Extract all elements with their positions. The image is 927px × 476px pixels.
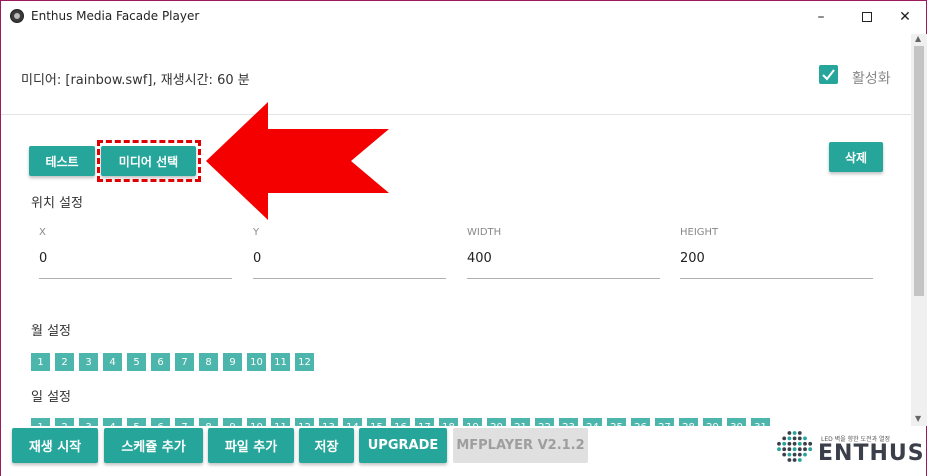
day-section-label: 일 설정 bbox=[31, 390, 72, 405]
month-chip-row: 1 2 3 4 5 6 7 8 9 10 11 12 bbox=[31, 353, 314, 371]
save-button[interactable]: 저장 bbox=[299, 428, 354, 463]
scrollbar[interactable]: ▲ ▼ bbox=[911, 34, 927, 426]
y-underline bbox=[253, 278, 446, 279]
month-chip-3[interactable]: 3 bbox=[79, 353, 98, 371]
height-label: HEIGHT bbox=[680, 227, 719, 238]
width-underline bbox=[467, 278, 660, 279]
play-start-button[interactable]: 재생 시작 bbox=[12, 428, 98, 463]
width-input[interactable]: 400 bbox=[467, 251, 492, 266]
logo-dots-icon bbox=[777, 431, 813, 462]
version-button: MFPLAYER V2.1.2 bbox=[453, 428, 588, 463]
check-icon bbox=[822, 69, 835, 81]
bottom-toolbar: 재생 시작 스케쥴 추가 파일 추가 저장 UPGRADE MFPLAYER V… bbox=[1, 426, 926, 476]
month-chip-10[interactable]: 10 bbox=[247, 353, 266, 371]
month-chip-8[interactable]: 8 bbox=[199, 353, 218, 371]
month-section-label: 월 설정 bbox=[31, 324, 72, 339]
month-chip-11[interactable]: 11 bbox=[271, 353, 290, 371]
scroll-down-icon[interactable]: ▼ bbox=[915, 414, 921, 423]
media-info-text: 미디어: [rainbow.swf], 재생시간: 60 분 bbox=[21, 73, 250, 88]
month-chip-9[interactable]: 9 bbox=[223, 353, 242, 371]
upgrade-button[interactable]: UPGRADE bbox=[359, 428, 447, 463]
month-chip-7[interactable]: 7 bbox=[175, 353, 194, 371]
logo-name: ENTHUS bbox=[818, 441, 925, 466]
title-bar: Enthus Media Facade Player – ✕ bbox=[1, 1, 926, 33]
highlight-box bbox=[97, 140, 201, 182]
active-checkbox[interactable] bbox=[819, 65, 838, 84]
divider bbox=[1, 114, 911, 115]
main-content: 미디어: [rainbow.swf], 재생시간: 60 분 활성화 테스트 미… bbox=[1, 34, 911, 476]
enthus-logo: LED 벽을 향한 도전과 열정 ENTHUS bbox=[776, 427, 924, 467]
active-label: 활성화 bbox=[852, 71, 891, 87]
x-underline bbox=[39, 278, 232, 279]
month-chip-12[interactable]: 12 bbox=[295, 353, 314, 371]
red-arrow-icon bbox=[206, 102, 389, 220]
close-icon: ✕ bbox=[899, 9, 911, 25]
app-icon bbox=[10, 9, 24, 23]
add-schedule-button[interactable]: 스케쥴 추가 bbox=[104, 428, 203, 463]
height-input[interactable]: 200 bbox=[680, 251, 705, 266]
month-chip-1[interactable]: 1 bbox=[31, 353, 50, 371]
y-label: Y bbox=[253, 227, 260, 238]
minimize-button[interactable]: – bbox=[798, 1, 844, 33]
y-input[interactable]: 0 bbox=[253, 251, 261, 266]
month-chip-5[interactable]: 5 bbox=[127, 353, 146, 371]
x-label: X bbox=[39, 227, 46, 238]
close-button[interactable]: ✕ bbox=[882, 1, 927, 33]
scroll-thumb[interactable] bbox=[914, 46, 924, 296]
x-input[interactable]: 0 bbox=[39, 251, 47, 266]
add-file-button[interactable]: 파일 추가 bbox=[208, 428, 294, 463]
position-section-label: 위치 설정 bbox=[31, 196, 83, 211]
month-chip-2[interactable]: 2 bbox=[55, 353, 74, 371]
window-title: Enthus Media Facade Player bbox=[31, 9, 200, 23]
delete-button[interactable]: 삭제 bbox=[829, 142, 883, 172]
width-label: WIDTH bbox=[467, 227, 502, 238]
scroll-up-icon[interactable]: ▲ bbox=[915, 34, 921, 43]
test-button[interactable]: 테스트 bbox=[29, 146, 95, 176]
height-underline bbox=[680, 278, 873, 279]
month-chip-4[interactable]: 4 bbox=[103, 353, 122, 371]
maximize-icon bbox=[862, 12, 872, 22]
minimize-icon: – bbox=[817, 9, 825, 25]
month-chip-6[interactable]: 6 bbox=[151, 353, 170, 371]
